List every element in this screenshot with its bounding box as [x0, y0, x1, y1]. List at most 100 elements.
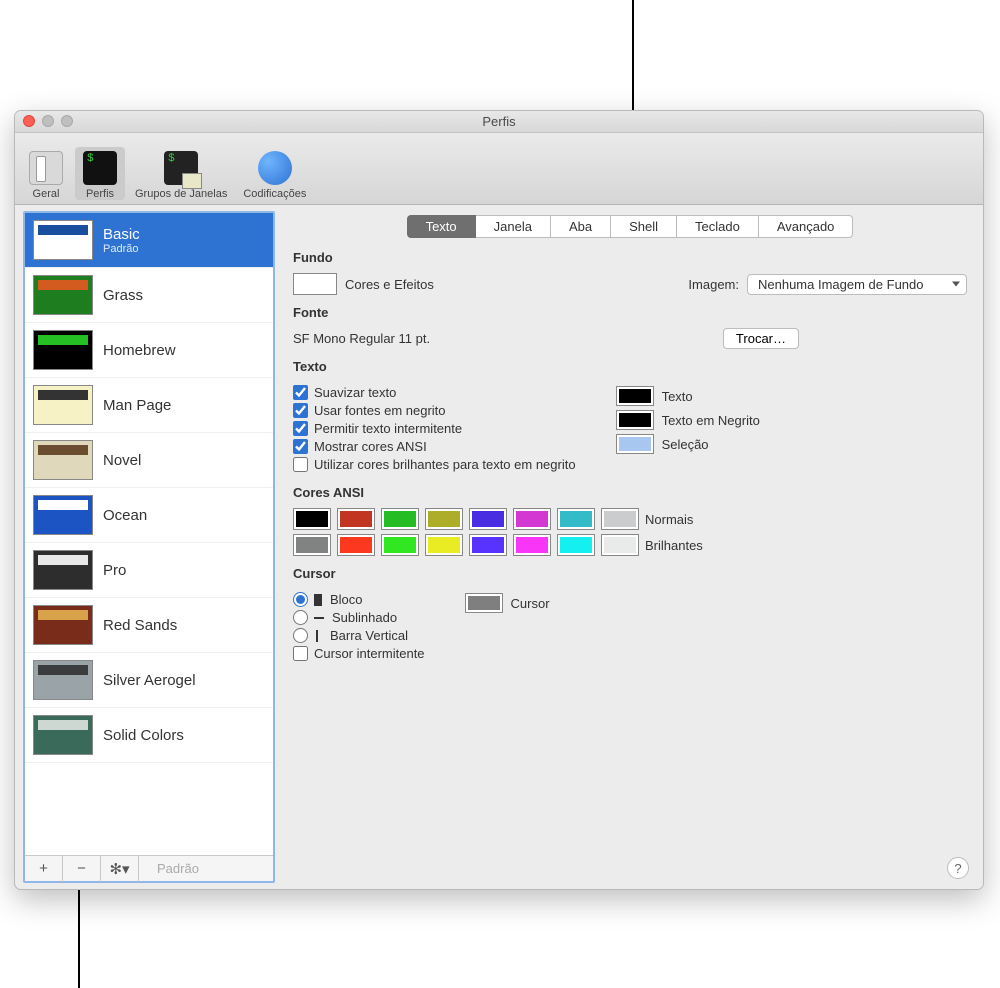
ansi-swatch[interactable] [425, 534, 463, 556]
cursor-blink-checkbox[interactable]: Cursor intermitente [293, 646, 425, 661]
profile-item-pro[interactable]: Pro [25, 543, 273, 598]
profile-thumbnail [33, 715, 93, 755]
terminal-group-icon [162, 149, 200, 187]
profile-item-red-sands[interactable]: Red Sands [25, 598, 273, 653]
profile-thumbnail [33, 330, 93, 370]
default-label[interactable]: Padrão [139, 861, 273, 876]
profile-thumbnail [33, 605, 93, 645]
section-ansi: Cores ANSI [293, 485, 967, 500]
block-icon [314, 594, 322, 606]
cursor-underline-radio[interactable]: Sublinhado [293, 610, 425, 625]
ansi-swatch[interactable] [381, 534, 419, 556]
profile-thumbnail [33, 440, 93, 480]
tab-window[interactable]: Janela [476, 215, 551, 238]
toolbar-item-general[interactable]: Geral [21, 147, 71, 200]
profile-item-man-page[interactable]: Man Page [25, 378, 273, 433]
toolbar-item-window-groups[interactable]: Grupos de Janelas [129, 147, 233, 200]
tab-tab[interactable]: Aba [551, 215, 611, 238]
profile-item-silver-aerogel[interactable]: Silver Aerogel [25, 653, 273, 708]
current-font-label: SF Mono Regular 11 pt. [293, 331, 430, 346]
ansi-swatch[interactable] [293, 508, 331, 530]
switch-icon [27, 149, 65, 187]
tab-keyboard[interactable]: Teclado [677, 215, 759, 238]
action-menu-button[interactable]: ✻▾ [101, 856, 139, 882]
image-label: Imagem: [688, 277, 739, 292]
profile-name: Basic [103, 226, 140, 243]
traffic-lights [23, 115, 73, 127]
preferences-window: Perfis Geral Perfis Grupos de Janelas Co… [14, 110, 984, 890]
ansi-swatch[interactable] [337, 534, 375, 556]
ansi-swatch[interactable] [381, 508, 419, 530]
ansi-swatch[interactable] [293, 534, 331, 556]
selection-color-well[interactable] [616, 434, 654, 454]
profile-name: Novel [103, 452, 141, 469]
cursor-block-radio[interactable]: Bloco [293, 592, 425, 607]
section-background: Fundo [293, 250, 967, 265]
profile-list[interactable]: BasicPadrão Grass Homebrew Man Page Novel Oce… [25, 213, 273, 855]
profile-item-solid-colors[interactable]: Solid Colors [25, 708, 273, 763]
ansi-swatch[interactable] [557, 508, 595, 530]
ansi-swatch[interactable] [513, 508, 551, 530]
profile-thumbnail [33, 385, 93, 425]
toolbar-item-profiles[interactable]: Perfis [75, 147, 125, 200]
profile-thumbnail [33, 220, 93, 260]
sidebar-footer: + − ✻▾ Padrão [25, 855, 273, 881]
background-image-select[interactable]: Nenhuma Imagem de Fundo [747, 274, 967, 295]
text-color-well[interactable] [616, 386, 654, 406]
profile-name: Homebrew [103, 342, 176, 359]
profile-name: Ocean [103, 507, 147, 524]
window-titlebar: Perfis [15, 111, 983, 133]
smooth-text-checkbox[interactable]: Suavizar texto [293, 385, 576, 400]
blink-text-checkbox[interactable]: Permitir texto intermitente [293, 421, 576, 436]
globe-icon [256, 149, 294, 187]
cursor-vbar-radio[interactable]: Barra Vertical [293, 628, 425, 643]
ansi-swatch[interactable] [469, 534, 507, 556]
add-button[interactable]: + [25, 856, 63, 882]
change-font-button[interactable]: Trocar… [723, 328, 799, 349]
close-icon[interactable] [23, 115, 35, 127]
colors-effects-label[interactable]: Cores e Efeitos [345, 277, 434, 292]
ansi-swatch[interactable] [337, 508, 375, 530]
window-title: Perfis [482, 114, 515, 129]
ansi-swatch[interactable] [601, 534, 639, 556]
ansi-swatch[interactable] [513, 534, 551, 556]
section-cursor: Cursor [293, 566, 967, 581]
profile-tabs: Texto Janela Aba Shell Teclado Avançado [293, 215, 967, 238]
cursor-color-well[interactable] [465, 593, 503, 613]
profile-item-grass[interactable]: Grass [25, 268, 273, 323]
tab-text[interactable]: Texto [407, 215, 476, 238]
callout-line-bottom [78, 878, 80, 988]
remove-button[interactable]: − [63, 856, 101, 882]
profile-item-ocean[interactable]: Ocean [25, 488, 273, 543]
profile-name: Red Sands [103, 617, 177, 634]
ansi-row-label: Normais [645, 512, 693, 527]
zoom-icon[interactable] [61, 115, 73, 127]
bold-fonts-checkbox[interactable]: Usar fontes em negrito [293, 403, 576, 418]
underline-icon [314, 617, 324, 619]
ansi-swatch[interactable] [469, 508, 507, 530]
terminal-icon [81, 149, 119, 187]
help-button[interactable]: ? [947, 857, 969, 879]
bold-color-well[interactable] [616, 410, 654, 430]
ansi-colors-checkbox[interactable]: Mostrar cores ANSI [293, 439, 576, 454]
ansi-swatch[interactable] [601, 508, 639, 530]
toolbar-item-encodings[interactable]: Codificações [237, 147, 312, 200]
profile-name: Man Page [103, 397, 171, 414]
tab-shell[interactable]: Shell [611, 215, 677, 238]
profile-item-novel[interactable]: Novel [25, 433, 273, 488]
profile-item-homebrew[interactable]: Homebrew [25, 323, 273, 378]
profile-item-basic[interactable]: BasicPadrão [25, 213, 273, 268]
profile-thumbnail [33, 550, 93, 590]
minimize-icon[interactable] [42, 115, 54, 127]
ansi-swatch[interactable] [557, 534, 595, 556]
profile-thumbnail [33, 275, 93, 315]
tab-advanced[interactable]: Avançado [759, 215, 854, 238]
ansi-swatch[interactable] [425, 508, 463, 530]
profile-name: Pro [103, 562, 126, 579]
main-panel: Texto Janela Aba Shell Teclado Avançado … [275, 205, 983, 889]
vbar-icon [316, 630, 318, 642]
background-color-well[interactable] [293, 273, 337, 295]
profile-name: Grass [103, 287, 143, 304]
bright-bold-checkbox[interactable]: Utilizar cores brilhantes para texto em … [293, 457, 576, 472]
section-text: Texto [293, 359, 967, 374]
